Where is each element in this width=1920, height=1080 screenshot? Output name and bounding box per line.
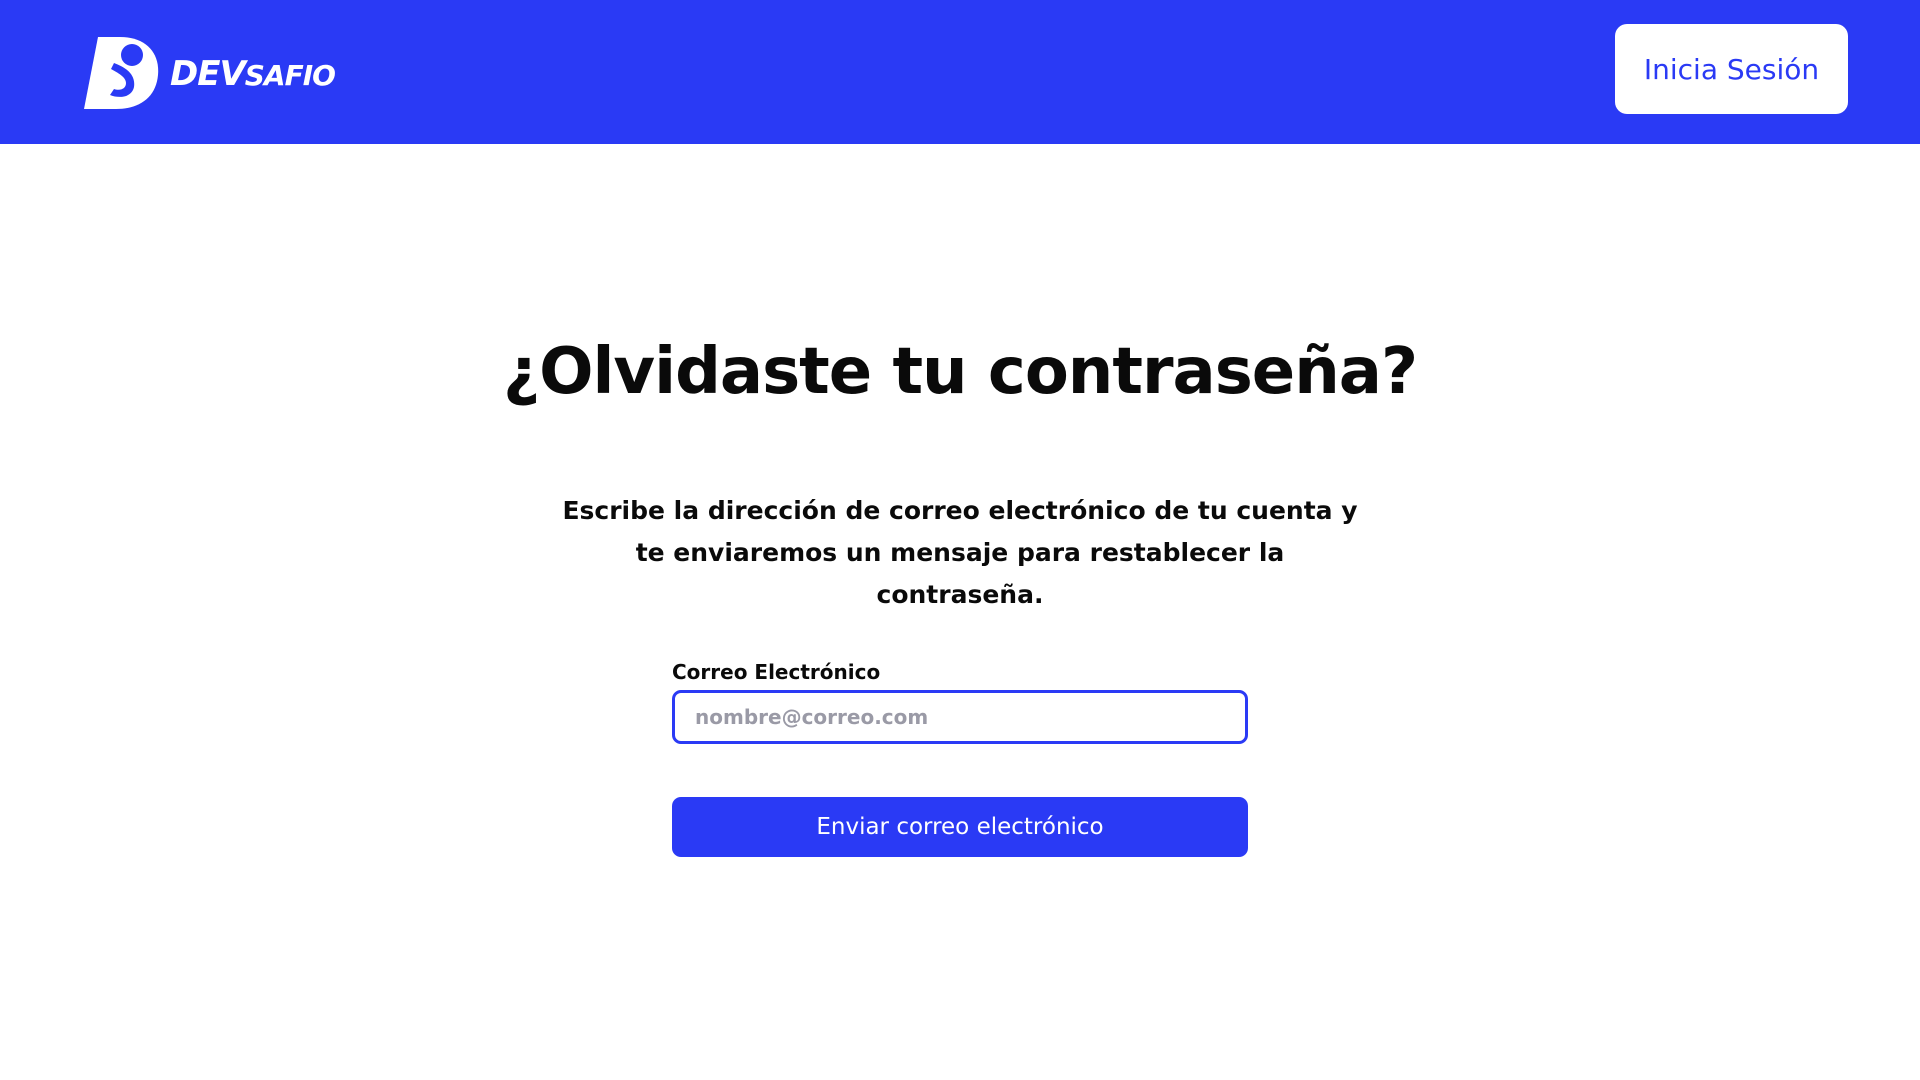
email-field[interactable] <box>672 690 1248 744</box>
instructions-line-3: contraseña. <box>876 580 1044 609</box>
top-navbar: DEV SAFIO Inicia Sesión <box>0 0 1920 144</box>
send-email-button[interactable]: Enviar correo electrónico <box>672 797 1248 857</box>
brand-wordmark-safio: SAFIO <box>244 59 336 92</box>
page-title: ¿Olvidaste tu contraseña? <box>502 335 1418 409</box>
brand-logo[interactable]: DEV SAFIO <box>84 33 336 111</box>
instructions-line-2: te enviaremos un mensaje para restablece… <box>635 538 1285 567</box>
brand-wordmark-dev: DEV <box>170 54 246 94</box>
instructions-text: Escribe la dirección de correo electróni… <box>560 490 1360 616</box>
brand-wordmark: DEV SAFIO <box>170 54 336 94</box>
devsafio-logo-icon <box>84 37 159 109</box>
instructions-line-1: Escribe la dirección de correo electróni… <box>562 496 1358 525</box>
email-label: Correo Electrónico <box>672 660 881 684</box>
login-button[interactable]: Inicia Sesión <box>1615 24 1848 114</box>
